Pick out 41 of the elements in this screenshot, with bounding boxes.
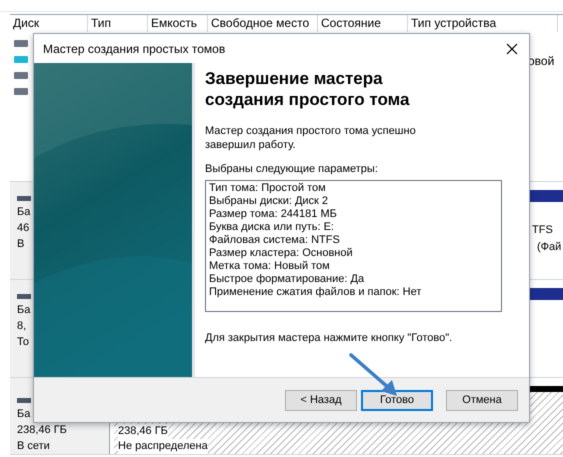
- drive-icon: [14, 56, 28, 63]
- close-icon[interactable]: [506, 42, 518, 54]
- disk-info-text: В: [17, 237, 24, 252]
- partition-text: (Фай: [537, 240, 562, 255]
- param-line: Буква диска или путь: E:: [209, 220, 334, 234]
- wizard-heading: Завершение мастера создания простого тома: [205, 68, 410, 110]
- disk-info-text: 238,46 ГБ: [17, 423, 67, 438]
- param-line: Выбраны диски: Диск 2: [209, 194, 328, 208]
- drive-icon: [14, 72, 28, 79]
- dialog-button[interactable]: Отмена: [446, 390, 518, 410]
- param-line: Файловая система: NTFS: [209, 234, 340, 246]
- drive-icon: [14, 88, 28, 95]
- param-line: Размер кластера: Основной: [209, 246, 353, 260]
- dialog-button[interactable]: Готово: [361, 390, 433, 410]
- param-line: Размер тома: 244181 МБ: [209, 208, 337, 220]
- partition-text: TFS: [532, 223, 553, 238]
- window-title: Мастер создания простых томов: [43, 40, 226, 58]
- disk-info-text: В сети: [17, 439, 50, 454]
- drive-icon: [14, 40, 28, 47]
- drive-icon: [17, 294, 31, 299]
- partition-text: 238,46 ГБ: [118, 424, 168, 439]
- param-line: Быстрое форматирование: Да: [209, 272, 364, 286]
- disk-info-text: Ба: [17, 407, 30, 422]
- column-header[interactable]: Диск: [10, 15, 88, 32]
- param-line: Тип тома: Простой том: [209, 182, 326, 194]
- closing-text: Для закрытия мастера нажмите кнопку "Готово".: [205, 330, 454, 346]
- disk-info-text: Ба: [17, 205, 30, 220]
- disk-info-text: 8,: [17, 319, 26, 334]
- column-header[interactable]: Тип устройства: [408, 15, 558, 32]
- drive-icon: [17, 398, 31, 403]
- partition-text: Не распределена: [118, 439, 208, 454]
- disk-info-text: 46: [17, 221, 30, 236]
- disk-info-text: То: [17, 335, 29, 350]
- dialog-button[interactable]: < Назад: [285, 390, 357, 410]
- drive-icon: [17, 196, 31, 201]
- params-label: Выбраны следующие параметры:: [205, 162, 379, 177]
- param-line: Применение сжатия файлов и папок: Нет: [209, 286, 422, 298]
- param-line: Метка тома: Новый том: [209, 260, 330, 272]
- disk-info-text: Ба: [17, 303, 30, 318]
- intro-text: Мастер создания простого тома успешно завершил работу.: [205, 124, 417, 152]
- column-header[interactable]: Тип: [88, 15, 148, 32]
